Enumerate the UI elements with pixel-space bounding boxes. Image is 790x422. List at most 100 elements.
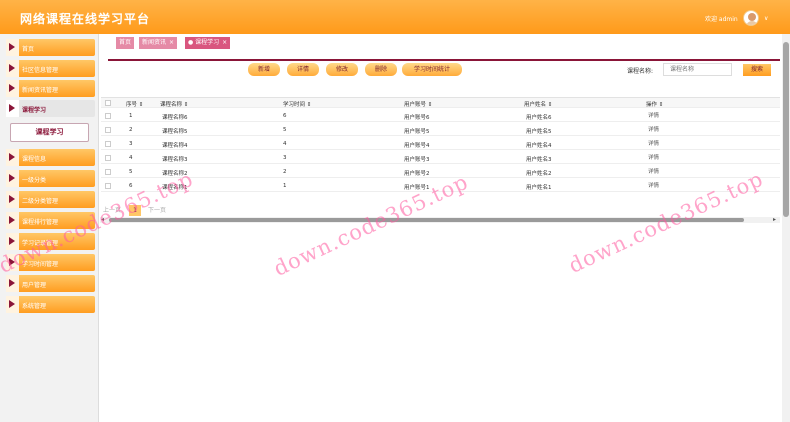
tab-home[interactable]: 首页 (116, 37, 135, 49)
cell-account: 用户账号4 (404, 143, 430, 149)
table-row[interactable]: 3 课程名称4 4 用户账号4 用户姓名4 详情 (101, 139, 780, 150)
prev-page-button[interactable]: 上一页 (103, 205, 121, 214)
cell-no: 1 (129, 113, 133, 119)
cell-no: 3 (129, 141, 133, 147)
vertical-scrollbar[interactable] (782, 34, 790, 422)
sidebar-item-label: 课程学习 (22, 107, 47, 114)
checkbox-icon[interactable] (105, 113, 111, 119)
menu-triangle-icon (6, 191, 19, 208)
cell-no: 5 (129, 169, 133, 175)
column-header[interactable]: 序号 ⇕ (126, 100, 143, 108)
close-icon[interactable]: × (222, 39, 227, 46)
submenu-course-study[interactable]: 课程学习 (10, 123, 89, 142)
menu-triangle-icon (6, 254, 19, 271)
checkbox-icon[interactable] (105, 100, 111, 106)
sidebar-item-course-info[interactable]: 课程信息 (6, 149, 95, 166)
page-number-button[interactable]: 1 (129, 205, 141, 216)
scroll-left-icon[interactable]: ◂ (101, 216, 104, 223)
tab-label: 首页 (119, 39, 132, 46)
app-window: 网络课程在线学习平台 欢迎 admin ∨ 首页 社区信息管理 新闻资讯管理 课… (0, 0, 790, 422)
column-header[interactable]: 操作 ⇕ (646, 100, 663, 108)
sidebar-item-category1[interactable]: 一级分类 (6, 170, 95, 187)
sidebar-item-system[interactable]: 系统管理 (6, 296, 95, 313)
cell-name: 用户姓名5 (526, 129, 552, 135)
cell-time: 6 (283, 113, 287, 119)
next-page-button[interactable]: 下一页 (148, 205, 166, 214)
sidebar-item-course-study[interactable]: 课程学习 (6, 100, 95, 117)
sidebar-item-home[interactable]: 首页 (6, 39, 95, 56)
sidebar-item-news[interactable]: 新闻资讯管理 (6, 80, 95, 97)
table-row[interactable]: 1 课程名称6 6 用户账号6 用户姓名6 详情 (101, 111, 780, 122)
column-header[interactable]: 用户姓名 ⇕ (524, 100, 552, 108)
sidebar-item-label: 课程排行管理 (22, 219, 59, 226)
tab-course-study[interactable]: ● 课程学习 × (185, 37, 231, 49)
sidebar-item-users[interactable]: 用户管理 (6, 275, 95, 292)
add-button[interactable]: 新增 (248, 63, 280, 76)
close-icon[interactable]: × (169, 39, 174, 46)
search-input[interactable] (663, 63, 732, 76)
menu-triangle-icon (6, 233, 19, 250)
menu-triangle-icon (6, 149, 19, 166)
cell-course: 课程名称1 (162, 185, 188, 191)
menu-triangle-icon (6, 100, 19, 117)
stats-button[interactable]: 学习时间统计 (402, 63, 462, 76)
sidebar-item-label: 二级分类管理 (22, 198, 59, 205)
chevron-down-icon[interactable]: ∨ (764, 15, 768, 22)
sidebar-item-label: 用户管理 (22, 282, 47, 289)
cell-account: 用户账号2 (404, 171, 430, 177)
table-row[interactable]: 4 课程名称3 3 用户账号3 用户姓名3 详情 (101, 153, 780, 164)
column-header[interactable]: 学习时间 ⇕ (283, 100, 311, 108)
avatar-icon[interactable] (743, 10, 759, 26)
detail-link[interactable]: 详情 (648, 111, 659, 119)
checkbox-icon[interactable] (105, 141, 111, 147)
search-button[interactable]: 搜索 (743, 64, 771, 76)
checkbox-icon[interactable] (105, 169, 111, 175)
vertical-scroll-thumb[interactable] (783, 42, 789, 217)
cell-time: 5 (283, 127, 287, 133)
scroll-right-icon[interactable]: ▸ (773, 216, 776, 223)
cell-name: 用户姓名3 (526, 157, 552, 163)
cell-no: 4 (129, 155, 133, 161)
table-row[interactable]: 6 课程名称1 1 用户账号1 用户姓名1 详情 (101, 181, 780, 192)
sidebar-item-label: 学习时间管理 (22, 261, 59, 268)
column-header[interactable]: 课程名称 ⇕ (160, 100, 188, 108)
cell-course: 课程名称5 (162, 129, 188, 135)
table-row[interactable]: 5 课程名称2 2 用户账号2 用户姓名2 详情 (101, 167, 780, 178)
detail-link[interactable]: 详情 (648, 167, 659, 175)
checkbox-icon[interactable] (105, 127, 111, 133)
delete-button[interactable]: 删除 (365, 63, 397, 76)
detail-link[interactable]: 详情 (648, 125, 659, 133)
search-label: 课程名称: (627, 68, 654, 75)
sidebar-item-label: 学习记录管理 (22, 240, 59, 247)
sidebar-item-records[interactable]: 学习记录管理 (6, 233, 95, 250)
tab-news[interactable]: 新闻资讯 × (139, 37, 178, 49)
sidebar-item-ranking[interactable]: 课程排行管理 (6, 212, 95, 229)
detail-button[interactable]: 详情 (287, 63, 319, 76)
sidebar-item-community[interactable]: 社区信息管理 (6, 60, 95, 77)
sidebar-item-label: 一级分类 (22, 177, 47, 184)
checkbox-icon[interactable] (105, 155, 111, 161)
horizontal-scroll-thumb[interactable] (109, 218, 744, 222)
detail-link[interactable]: 详情 (648, 139, 659, 147)
sidebar-item-study-time[interactable]: 学习时间管理 (6, 254, 95, 271)
sidebar: 首页 社区信息管理 新闻资讯管理 课程学习 课程学习 课程信息 一级分类 二级分… (0, 34, 99, 422)
cell-course: 课程名称4 (162, 143, 188, 149)
edit-button[interactable]: 修改 (326, 63, 358, 76)
tab-divider (108, 59, 780, 61)
menu-triangle-icon (6, 275, 19, 292)
horizontal-scrollbar[interactable]: ◂ ▸ (100, 216, 780, 223)
column-header[interactable]: 用户账号 ⇕ (404, 100, 432, 108)
cell-name: 用户姓名1 (526, 185, 552, 191)
sidebar-item-category2[interactable]: 二级分类管理 (6, 191, 95, 208)
cell-time: 4 (283, 141, 287, 147)
sidebar-item-label: 社区信息管理 (22, 67, 59, 74)
sidebar-item-label: 新闻资讯管理 (22, 87, 59, 94)
menu-triangle-icon (6, 60, 19, 77)
sidebar-item-label: 系统管理 (22, 303, 47, 310)
detail-link[interactable]: 详情 (648, 153, 659, 161)
checkbox-icon[interactable] (105, 183, 111, 189)
detail-link[interactable]: 详情 (648, 181, 659, 189)
cell-time: 2 (283, 169, 287, 175)
cell-no: 2 (129, 127, 133, 133)
table-row[interactable]: 2 课程名称5 5 用户账号5 用户姓名5 详情 (101, 125, 780, 136)
